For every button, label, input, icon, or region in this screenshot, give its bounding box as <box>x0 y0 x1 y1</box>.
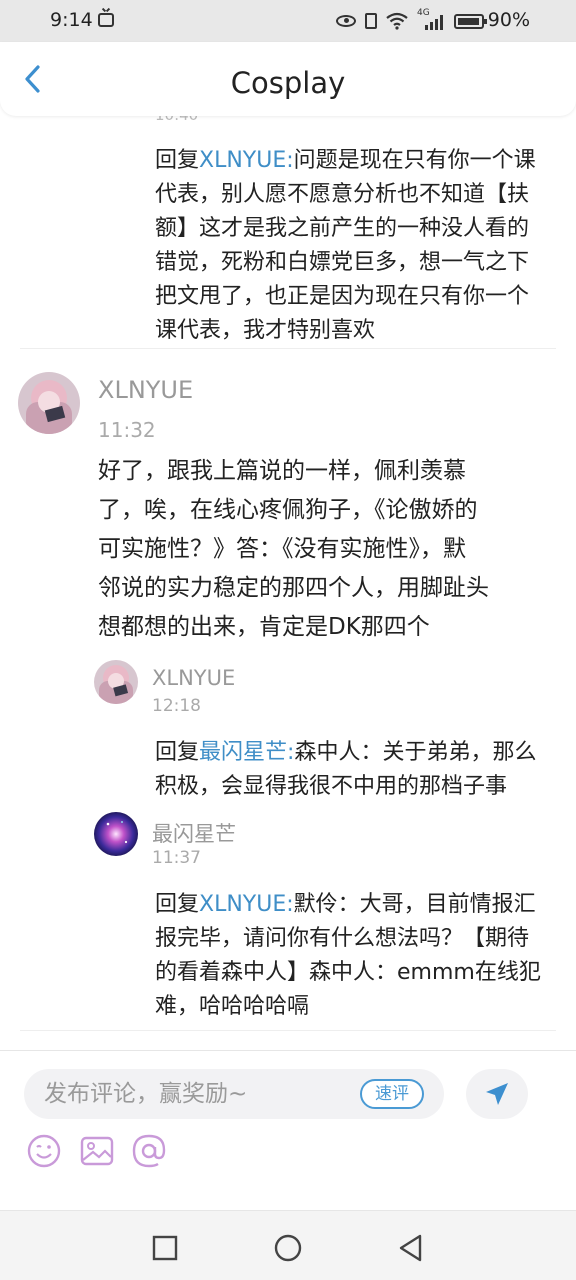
comment-body: 好了，跟我上篇说的一样，佩利羡慕 了，唉，在线心疼佩狗子，《论傲娇的 可实施性？… <box>98 452 558 647</box>
user-name[interactable]: XLNYUE <box>98 376 193 404</box>
comment-line: 好了，跟我上篇说的一样，佩利羡慕 <box>98 458 466 484</box>
battery-icon <box>454 13 487 29</box>
comment-line: 了，唉，在线心疼佩狗子，《论傲娇的 <box>98 497 478 523</box>
page-title: Cosplay <box>230 66 346 100</box>
reply-line: 错觉，死粉和白嫖党巨多，想一气之下 <box>155 250 530 275</box>
vibrate-icon <box>365 13 377 29</box>
divider <box>20 348 556 349</box>
status-icons: 4G <box>336 8 487 30</box>
sub-reply-body: 回复XLNYUE:默伶：大哥，目前情报汇 报完毕，请问你有什么想法吗？【期待 的… <box>155 888 565 1024</box>
post-time: 11:32 <box>98 418 156 442</box>
send-button[interactable] <box>466 1069 528 1119</box>
comment-line: 可实施性？》答：《没有实施性》，默 <box>98 536 466 562</box>
avatar-image <box>94 812 138 856</box>
comment-line: 想都想的出来，肯定是DK那四个 <box>98 614 430 640</box>
comment-input-bar: 速评 <box>0 1050 576 1210</box>
back-triangle-icon[interactable] <box>396 1233 426 1263</box>
avatar[interactable] <box>18 372 80 434</box>
header-bar: Cosplay <box>0 42 576 116</box>
reply-line: 把文甩了，也正是因为现在只有你一个 <box>155 284 530 309</box>
reply-line: 报完毕，请问你有什么想法吗？【期待 <box>155 926 530 951</box>
avatar[interactable] <box>94 812 138 856</box>
reply-line: 默伶：大哥，目前情报汇 <box>293 892 536 917</box>
reply-comment-top: 回复XLNYUE:问题是现在只有你一个课 代表，别人愿不愿意分析也不知道【扶 额… <box>155 144 565 348</box>
sub-reply-body: 回复最闪星芒:森中人：关于弟弟，那么 积极，会显得我很不中用的那档子事 <box>155 736 565 804</box>
reply-user-name[interactable]: 最闪星芒 <box>152 818 236 848</box>
reply-time: 12:18 <box>152 696 201 716</box>
status-time: 9:14 <box>50 9 93 31</box>
reply-target-link[interactable]: XLNYUE: <box>199 148 294 173</box>
battery-percent: 90% <box>487 9 530 31</box>
system-nav-bar <box>0 1210 576 1280</box>
send-icon <box>486 1083 508 1105</box>
reply-line: 积极，会显得我很不中用的那档子事 <box>155 774 508 799</box>
reply-prefix: 回复 <box>155 892 200 917</box>
reply-line: 问题是现在只有你一个课 <box>293 148 536 173</box>
avatar[interactable] <box>94 660 138 704</box>
reply-line: 课代表，我才特别喜欢 <box>155 318 376 343</box>
reply-line: 森中人：关于弟弟，那么 <box>294 740 537 765</box>
eye-icon <box>336 15 356 27</box>
reply-time: 11:37 <box>152 848 201 868</box>
reply-target-link[interactable]: 最闪星芒: <box>199 740 294 765</box>
reply-line: 代表，别人愿不愿意分析也不知道【扶 <box>155 182 530 207</box>
reply-line: 额】这才是我之前产生的一种没人看的 <box>155 216 530 241</box>
emoji-icon[interactable] <box>26 1133 62 1169</box>
avatar-image <box>18 372 80 434</box>
divider <box>20 1030 556 1031</box>
reply-line: 的看着森中人】森中人：emmm在线犯 <box>155 960 541 985</box>
quick-comment-button[interactable]: 速评 <box>360 1079 424 1109</box>
reply-prefix: 回复 <box>155 740 200 765</box>
wifi-icon <box>386 12 408 30</box>
avatar-image <box>94 660 138 704</box>
status-bar: 9:14 4G 90% <box>0 0 576 42</box>
reply-line: 难，哈哈哈哈嗝 <box>155 994 310 1019</box>
reply-target-link[interactable]: XLNYUE: <box>199 892 294 917</box>
tv-notification-icon <box>98 13 114 27</box>
reply-user-name[interactable]: XLNYUE <box>152 666 235 690</box>
reply-prefix: 回复 <box>155 148 200 173</box>
comment-list[interactable]: 10:40 回复XLNYUE:问题是现在只有你一个课 代表，别人愿不愿意分析也不… <box>0 100 576 1050</box>
home-icon[interactable] <box>273 1233 303 1263</box>
mention-icon[interactable] <box>131 1133 167 1169</box>
cell-signal-icon: 4G <box>417 8 445 30</box>
image-icon[interactable] <box>79 1133 115 1169</box>
comment-line: 邻说的实力稳定的那四个人，用脚趾头 <box>98 575 489 601</box>
recent-apps-icon[interactable] <box>150 1233 180 1263</box>
